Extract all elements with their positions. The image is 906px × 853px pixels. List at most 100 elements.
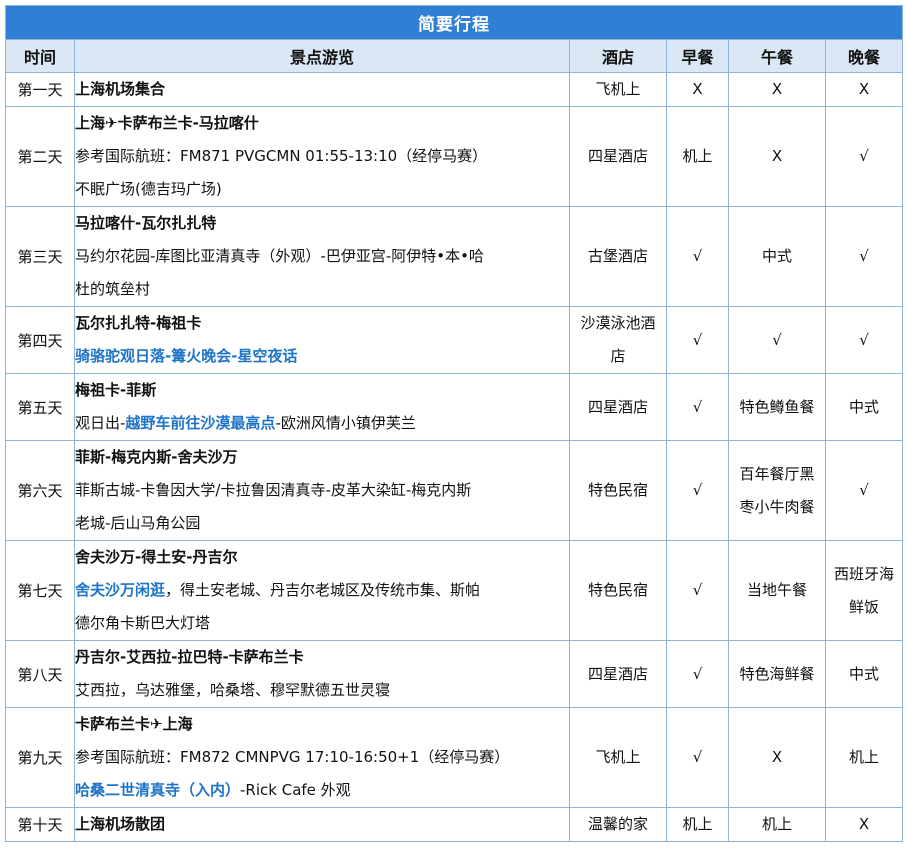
itinerary-body: 第一天 上海机场集合 飞机上 X X X 第二天 上海✈卡萨布兰卡-马拉喀什 参考国际航班：FM… xyxy=(5,72,904,842)
lunch-cell: X xyxy=(728,707,826,808)
itinerary-table: 简要行程 时间 景点游览 酒店 早餐 午餐 晚餐 第一天 上海机场集合 飞机上 X X X… xyxy=(4,5,904,842)
route-detail-line: 参考国际航班：FM872 CMNPVG 17:10-16:50+1（经停马赛） xyxy=(75,741,569,774)
dinner-cell: X xyxy=(824,72,904,107)
day-row: 第七天 舍夫沙万-得土安-丹吉尔舍夫沙万闲逛，得土安老城、丹吉尔老城区及传统市集、… xyxy=(5,540,904,641)
hotel-cell: 古堡酒店 xyxy=(569,206,667,307)
route-title: 马拉喀什-瓦尔扎扎特 xyxy=(75,214,217,232)
day-row: 第四天 瓦尔扎扎特-梅祖卡 骑骆驼观日落-篝火晚会-星空夜话 沙漠泳池酒店 √ √ √ xyxy=(5,306,904,374)
day-label: 第七天 xyxy=(5,540,75,641)
day-row: 第八天 丹吉尔-艾西拉-拉巴特-卡萨布兰卡艾西拉，乌达雅堡，哈桑塔、穆罕默德五世灵… xyxy=(5,640,904,708)
day-label: 第八天 xyxy=(5,640,75,708)
day-row: 第一天 上海机场集合 飞机上 X X X xyxy=(5,72,904,107)
route-cell: 丹吉尔-艾西拉-拉巴特-卡萨布兰卡艾西拉，乌达雅堡，哈桑塔、穆罕默德五世灵寝 xyxy=(74,640,570,708)
hotel-cell: 飞机上 xyxy=(569,707,667,808)
day-label: 第一天 xyxy=(5,72,75,107)
route-title: 舍夫沙万-得土安-丹吉尔 xyxy=(75,548,238,566)
route-cell: 卡萨布兰卡✈上海 参考国际航班：FM872 CMNPVG 17:10-16:50+… xyxy=(74,707,570,808)
detail-text: 菲斯古城-卡鲁因大学/卡拉鲁因清真寺-皮革大染缸-梅克内斯 xyxy=(75,481,472,499)
route-detail-line: 德尔角卡斯巴大灯塔 xyxy=(75,607,569,640)
breakfast-cell: X xyxy=(666,72,729,107)
route-cell: 马拉喀什-瓦尔扎扎特马约尔花园-库图比亚清真寺（外观）-巴伊亚宫-阿伊特•本•哈… xyxy=(74,206,570,307)
hotel-cell: 飞机上 xyxy=(569,72,667,107)
detail-text: -欧洲风情小镇伊芙兰 xyxy=(275,414,416,432)
route-detail-line: 舍夫沙万闲逛，得土安老城、丹吉尔老城区及传统市集、斯帕 xyxy=(75,574,569,607)
day-label: 第十天 xyxy=(5,807,75,842)
route-detail-line: 老城-后山马角公园 xyxy=(75,507,569,540)
detail-text: 杜的筑垒村 xyxy=(75,280,151,298)
header-dinner: 晚餐 xyxy=(824,39,904,73)
hotel-cell: 四星酒店 xyxy=(569,106,667,207)
day-label: 第五天 xyxy=(5,373,75,441)
route-cell: 梅祖卡-菲斯 观日出-越野车前往沙漠最高点-欧洲风情小镇伊芙兰 xyxy=(74,373,570,441)
breakfast-cell: √ xyxy=(666,440,729,541)
breakfast-cell: √ xyxy=(666,306,729,374)
route-cell: 上海机场集合 xyxy=(74,72,570,107)
detail-text: 观日出- xyxy=(75,414,126,432)
detail-text: 参考国际航班：FM871 PVGCMN 01:55-13:10（经停马赛） xyxy=(75,147,488,165)
breakfast-cell: 机上 xyxy=(666,106,729,207)
day-label: 第九天 xyxy=(5,707,75,808)
dinner-cell: 机上 xyxy=(824,707,904,808)
highlight-text: 哈桑二世清真寺（入内） xyxy=(75,781,241,799)
lunch-cell: 特色海鲜餐 xyxy=(728,640,826,708)
route-detail-line: 哈桑二世清真寺（入内）-Rick Cafe 外观 xyxy=(75,774,569,807)
lunch-cell: X xyxy=(728,72,826,107)
route-cell: 瓦尔扎扎特-梅祖卡骑骆驼观日落-篝火晚会-星空夜话 xyxy=(74,306,570,374)
dinner-cell: 中式 xyxy=(824,373,904,441)
lunch-cell: 特色鳟鱼餐 xyxy=(728,373,826,441)
breakfast-cell: √ xyxy=(666,640,729,708)
lunch-cell: 当地午餐 xyxy=(728,540,826,641)
hotel-cell: 四星酒店 xyxy=(569,640,667,708)
dinner-cell: √ xyxy=(824,206,904,307)
header-lunch: 午餐 xyxy=(728,39,826,73)
breakfast-cell: √ xyxy=(666,707,729,808)
route-cell: 菲斯-梅克内斯-舍夫沙万 菲斯古城-卡鲁因大学/卡拉鲁因清真寺-皮革大染缸-梅克内… xyxy=(74,440,570,541)
lunch-cell: 中式 xyxy=(728,206,826,307)
detail-text: 参考国际航班：FM872 CMNPVG 17:10-16:50+1（经停马赛） xyxy=(75,748,510,766)
route-detail-line: 观日出-越野车前往沙漠最高点-欧洲风情小镇伊芙兰 xyxy=(75,407,569,440)
hotel-cell: 特色民宿 xyxy=(569,440,667,541)
detail-text: -Rick Cafe 外观 xyxy=(240,781,351,799)
detail-text: 德尔角卡斯巴大灯塔 xyxy=(75,614,211,632)
day-row: 第三天 马拉喀什-瓦尔扎扎特马约尔花园-库图比亚清真寺（外观）-巴伊亚宫-阿伊特•… xyxy=(5,206,904,307)
route-title: 上海机场散团 xyxy=(75,815,166,833)
dinner-cell: √ xyxy=(824,440,904,541)
header-sights: 景点游览 xyxy=(74,39,570,73)
route-detail-line: 艾西拉，乌达雅堡，哈桑塔、穆罕默德五世灵寝 xyxy=(75,674,569,707)
breakfast-cell: 机上 xyxy=(666,807,729,842)
route-title: 瓦尔扎扎特-梅祖卡 xyxy=(75,314,202,332)
route-title: 上海✈卡萨布兰卡-马拉喀什 xyxy=(75,114,259,132)
detail-text: 不眠广场(德吉玛广场) xyxy=(75,180,222,198)
lunch-cell: 百年餐厅黑 枣小牛肉餐 xyxy=(728,440,826,541)
detail-text: 马约尔花园-库图比亚清真寺（外观）-巴伊亚宫-阿伊特•本•哈 xyxy=(75,247,484,265)
detail-text: 艾西拉，乌达雅堡，哈桑塔、穆罕默德五世灵寝 xyxy=(75,681,391,699)
route-cell: 上海机场散团 xyxy=(74,807,570,842)
lunch-cell: 机上 xyxy=(728,807,826,842)
day-label: 第六天 xyxy=(5,440,75,541)
route-detail-line: 参考国际航班：FM871 PVGCMN 01:55-13:10（经停马赛） xyxy=(75,140,569,173)
route-detail-line: 不眠广场(德吉玛广场) xyxy=(75,173,569,206)
dinner-cell: √ xyxy=(824,306,904,374)
detail-text: ，得土安老城、丹吉尔老城区及传统市集、斯帕 xyxy=(165,581,481,599)
hotel-cell: 四星酒店 xyxy=(569,373,667,441)
route-title: 丹吉尔-艾西拉-拉巴特-卡萨布兰卡 xyxy=(75,648,304,666)
dinner-cell: √ xyxy=(824,106,904,207)
dinner-cell: 中式 xyxy=(824,640,904,708)
day-label: 第二天 xyxy=(5,106,75,207)
route-detail-line: 杜的筑垒村 xyxy=(75,273,569,306)
header-time: 时间 xyxy=(5,39,75,73)
breakfast-cell: √ xyxy=(666,206,729,307)
day-row: 第二天 上海✈卡萨布兰卡-马拉喀什参考国际航班：FM871 PVGCMN 01:5… xyxy=(5,106,904,207)
hotel-cell: 沙漠泳池酒店 xyxy=(569,306,667,374)
route-cell: 舍夫沙万-得土安-丹吉尔舍夫沙万闲逛，得土安老城、丹吉尔老城区及传统市集、斯帕德… xyxy=(74,540,570,641)
detail-text: 老城-后山马角公园 xyxy=(75,514,201,532)
day-row: 第五天 梅祖卡-菲斯 观日出-越野车前往沙漠最高点-欧洲风情小镇伊芙兰 四星酒店 √ 特色… xyxy=(5,373,904,441)
route-detail-line: 骑骆驼观日落-篝火晚会-星空夜话 xyxy=(75,340,569,373)
route-detail-line: 马约尔花园-库图比亚清真寺（外观）-巴伊亚宫-阿伊特•本•哈 xyxy=(75,240,569,273)
route-title: 上海机场集合 xyxy=(75,80,166,98)
day-label: 第三天 xyxy=(5,206,75,307)
day-row: 第十天 上海机场散团 温馨的家 机上 机上 X xyxy=(5,807,904,842)
header-breakfast: 早餐 xyxy=(666,39,729,73)
highlight-text: 骑骆驼观日落-篝火晚会-星空夜话 xyxy=(75,347,298,365)
hotel-cell: 温馨的家 xyxy=(569,807,667,842)
